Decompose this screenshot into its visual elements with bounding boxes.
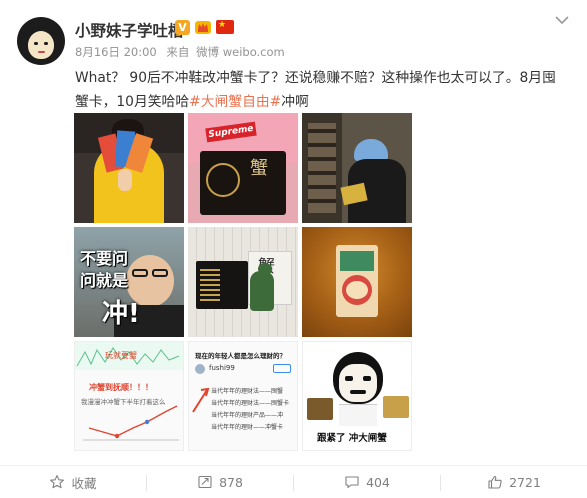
flag-badge-icon[interactable]: ★ xyxy=(216,20,234,34)
avatar-face xyxy=(28,31,54,59)
thumbnail-3[interactable] xyxy=(302,113,412,223)
qa-line-1: 当代年年的理财法——囤蟹 xyxy=(211,388,284,395)
avatar[interactable] xyxy=(17,17,65,65)
star-icon xyxy=(50,475,65,489)
like-icon xyxy=(488,475,502,489)
post-date[interactable]: 8月16日 20:00 xyxy=(75,45,157,59)
comment-button[interactable]: 404 xyxy=(294,466,440,498)
post-text: What？ 90后不冲鞋改冲蟹卡了？还说稳赚不赔？这种操作也太可以了。8月囤蟹卡… xyxy=(75,66,563,114)
post-text-tail: 冲啊 xyxy=(281,94,309,110)
thumbnail-2[interactable]: Supreme 蟹 xyxy=(188,113,298,223)
favorite-button[interactable]: 收藏 xyxy=(0,466,146,498)
favorite-label: 收藏 xyxy=(71,475,97,491)
thumbnail-8[interactable]: 现在的年轻人都是怎么理财的？ fushi99 当代年年的理财法——囤蟹 当代年年… xyxy=(188,341,298,451)
verified-badge-icon[interactable]: V xyxy=(175,20,190,35)
image-grid: Supreme 蟹 不要问 问就是 冲! 玩就要蟹 冲蟹到抚顺！！！ 我漫漫冲冲… xyxy=(74,113,412,452)
avatar-eye-right xyxy=(44,42,48,45)
thumbnail-7[interactable]: 玩就要蟹 冲蟹到抚顺！！！ 我漫漫冲冲蟹下半年打着这么 xyxy=(74,341,184,451)
qa-user: fushi99 xyxy=(209,364,235,372)
comment-count: 404 xyxy=(366,474,390,490)
username[interactable]: 小野妹子学吐槽 xyxy=(75,19,184,41)
qa-header: 现在的年轻人都是怎么理财的？ xyxy=(195,352,286,360)
repost-count: 878 xyxy=(219,474,243,490)
chart-label: 冲蟹到抚顺！！！ xyxy=(89,383,153,392)
comment-icon xyxy=(345,476,359,489)
meme-line-1: 不要问 xyxy=(80,249,129,268)
meme-line-2: 问就是 xyxy=(80,271,129,290)
post-text-body: What？ 90后不冲鞋改冲蟹卡了？还说稳赚不赔？这种操作也太可以了。8月囤蟹卡… xyxy=(75,70,556,110)
post-meta: 8月16日 20:00 来自 微博 weibo.com xyxy=(75,44,291,60)
chevron-down-icon[interactable] xyxy=(553,13,571,27)
repost-icon xyxy=(198,475,212,489)
avatar-eye-left xyxy=(34,42,38,45)
source-prefix: 来自 xyxy=(166,45,190,59)
weibo-post-card: 小野妹子学吐槽 V ★ 8月16日 20:00 来自 微博 weibo.com … xyxy=(0,0,587,498)
hashtag-link[interactable]: #大闸蟹自由# xyxy=(189,94,281,110)
post-source[interactable]: 微博 weibo.com xyxy=(196,45,285,59)
like-count: 2721 xyxy=(509,474,541,490)
crown-badge-icon[interactable] xyxy=(194,19,212,35)
thumbnail-9[interactable]: 跟紧了 冲大闸蟹 xyxy=(302,341,412,451)
meme-caption: 跟紧了 冲大闸蟹 xyxy=(317,433,387,444)
thumbnail-6[interactable] xyxy=(302,227,412,337)
qa-line-4: 当代年年的理财——冲蟹卡 xyxy=(211,424,284,431)
qa-line-2: 当代年年的理财法——囤蟹卡 xyxy=(211,400,290,407)
meme-line-3: 冲! xyxy=(102,299,140,329)
thumbnail-4[interactable]: 不要问 问就是 冲! xyxy=(74,227,184,337)
thumbnail-1[interactable] xyxy=(74,113,184,223)
thumbnail-5[interactable]: 蟹 xyxy=(188,227,298,337)
repost-button[interactable]: 878 xyxy=(147,466,293,498)
chart-header: 玩就要蟹 xyxy=(105,351,137,360)
qa-line-3: 当代年年的理财产品——冲 xyxy=(211,412,284,419)
like-button[interactable]: 2721 xyxy=(441,466,587,498)
avatar-mouth xyxy=(38,51,45,53)
